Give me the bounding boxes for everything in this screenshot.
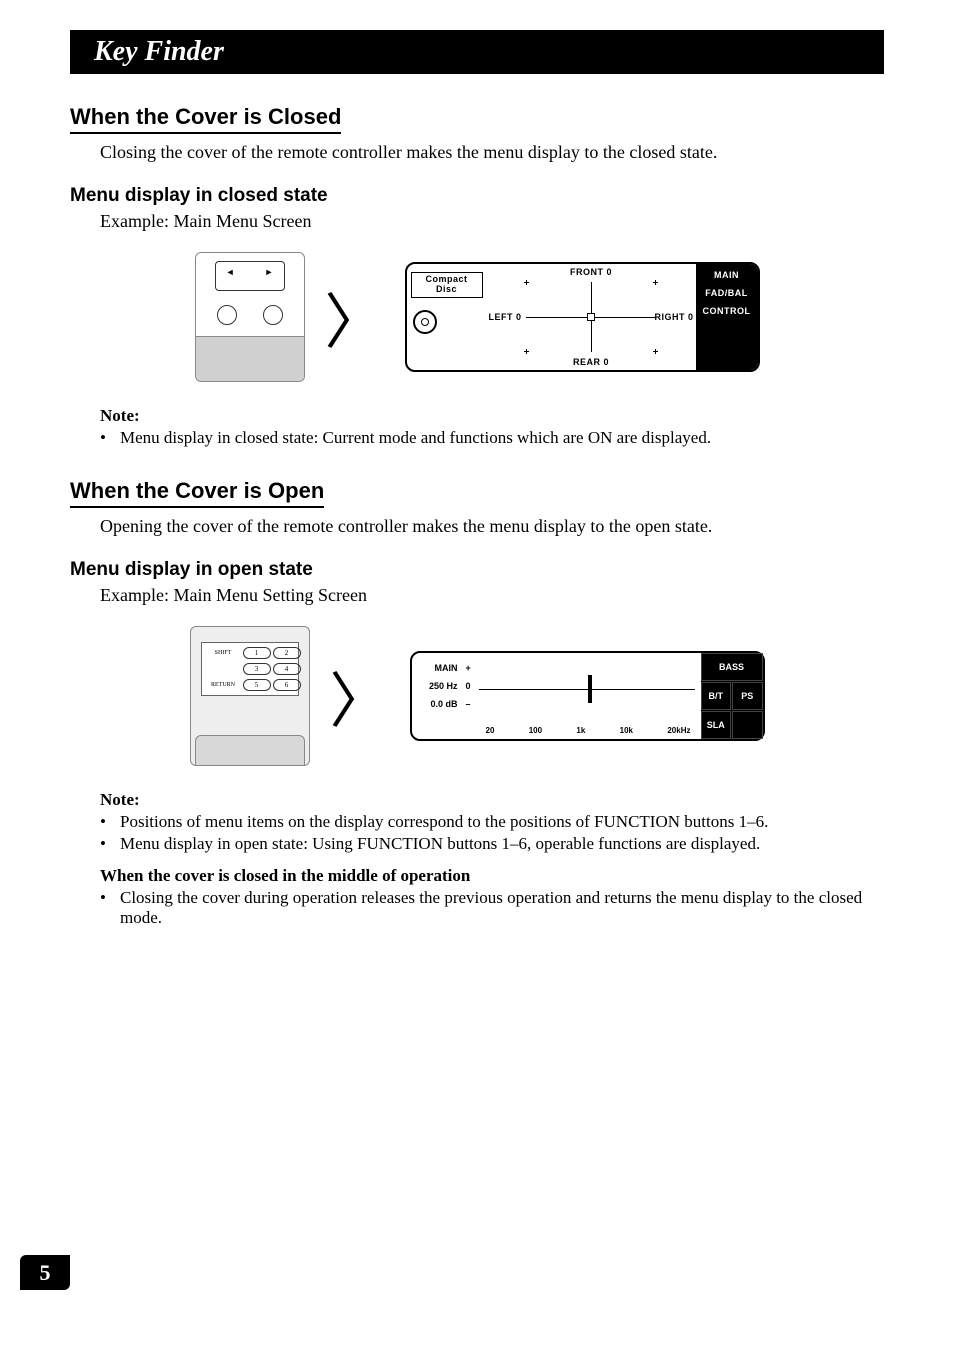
eq-side-menu: BASS B/T PS SLA — [701, 653, 763, 739]
front-label: FRONT 0 — [570, 267, 612, 277]
remote-arrows: ◄► — [226, 267, 274, 277]
freq-label: 250 Hz — [418, 681, 458, 691]
main-label: MAIN — [700, 270, 754, 280]
bullet-text: Menu display in closed state: Current mo… — [120, 428, 711, 448]
arrow-icon: 〉 — [330, 653, 390, 740]
section-title-bar: Key Finder — [70, 30, 884, 74]
fadbal-label: FAD/BAL — [700, 288, 754, 298]
shift-label: SHIFT — [206, 647, 241, 659]
heading-cover-open: When the Cover is Open — [70, 478, 324, 508]
zero-symbol: 0 — [466, 681, 471, 691]
section-title: Key Finder — [94, 36, 224, 67]
control-label: CONTROL — [700, 306, 754, 316]
main-label: MAIN — [418, 663, 458, 673]
empty-cell — [732, 711, 763, 739]
freq-axis: 20 100 1k 10k 20kHz — [486, 726, 691, 735]
menu-display-closed: Compact Disc FRONT 0 REAR 0 LEFT 0 RIGH — [405, 262, 760, 372]
eq-bar — [588, 675, 592, 703]
note-block-closed: Note: — [100, 406, 884, 426]
left-label: LEFT 0 — [489, 312, 522, 322]
arrow-icon: 〉 — [325, 274, 385, 361]
page-number: 5 — [20, 1255, 70, 1290]
remote-body — [195, 735, 305, 765]
subheading-open-state: Menu display in open state — [70, 559, 884, 581]
func-button-1: 1 — [243, 647, 271, 659]
display-source-panel: Compact Disc — [407, 264, 487, 370]
subhead-middle-op: When the cover is closed in the middle o… — [100, 866, 884, 886]
example-closed: Example: Main Menu Screen — [100, 211, 884, 232]
bullet-open-1: • Positions of menu items on the display… — [100, 812, 884, 832]
remote-cover — [196, 336, 304, 381]
rear-label: REAR 0 — [573, 357, 609, 367]
function-button-grid: SHIFT 1 2 3 4 RETURN 5 6 — [201, 642, 299, 696]
bass-label: BASS — [701, 653, 763, 681]
desc-cover-closed: Closing the cover of the remote controll… — [100, 142, 884, 163]
minus-symbol: – — [466, 699, 471, 709]
func-button-5: 5 — [243, 679, 271, 691]
heading-cover-closed: When the Cover is Closed — [70, 104, 341, 134]
ps-label: PS — [732, 682, 763, 710]
bt-label: B/T — [701, 682, 732, 710]
bullet-text: Closing the cover during operation relea… — [120, 888, 884, 928]
bullet-open-2: • Menu display in open state: Using FUNC… — [100, 834, 884, 854]
fader-balance-crosshair: FRONT 0 REAR 0 LEFT 0 RIGHT 0 — [487, 264, 696, 370]
figure-row-open: SHIFT 1 2 3 4 RETURN 5 6 〉 MAIN + 250 Hz… — [70, 626, 884, 766]
gain-label: 0.0 dB — [418, 699, 458, 709]
bullet-icon: • — [100, 834, 120, 854]
right-label: RIGHT 0 — [654, 312, 693, 322]
sla-label: SLA — [701, 711, 732, 739]
bullet-text: Positions of menu items on the display c… — [120, 812, 768, 832]
func-button-2: 2 — [273, 647, 301, 659]
note-block-open: Note: — [100, 790, 884, 810]
bullet-icon: • — [100, 888, 120, 928]
func-button-6: 6 — [273, 679, 301, 691]
note-label: Note: — [100, 790, 884, 810]
note-label: Note: — [100, 406, 884, 426]
func-button-4: 4 — [273, 663, 301, 675]
bullet-icon: • — [100, 428, 120, 448]
remote-buttons — [196, 305, 304, 325]
plus-symbol: + — [466, 663, 471, 673]
example-open: Example: Main Menu Setting Screen — [100, 585, 884, 606]
source-label: Compact Disc — [411, 272, 483, 298]
display-side-menu: MAIN FAD/BAL CONTROL — [696, 264, 758, 370]
desc-cover-open: Opening the cover of the remote controll… — [100, 516, 884, 537]
func-button-3: 3 — [243, 663, 271, 675]
eq-line — [479, 689, 695, 690]
bullet-open-3: • Closing the cover during operation rel… — [100, 888, 884, 928]
bullet-icon: • — [100, 812, 120, 832]
return-label: RETURN — [206, 679, 241, 691]
bullet-text: Menu display in open state: Using FUNCTI… — [120, 834, 760, 854]
eq-display: MAIN + 250 Hz 0 0.0 dB – 20 100 1k 10k 2… — [412, 653, 701, 739]
bullet-closed: • Menu display in closed state: Current … — [100, 428, 884, 448]
remote-closed-illustration: ◄► — [195, 252, 305, 382]
subheading-closed-state: Menu display in closed state — [70, 185, 884, 207]
menu-display-open: MAIN + 250 Hz 0 0.0 dB – 20 100 1k 10k 2… — [410, 651, 765, 741]
figure-row-closed: ◄► 〉 Compact Disc — [70, 252, 884, 382]
remote-open-illustration: SHIFT 1 2 3 4 RETURN 5 6 — [190, 626, 310, 766]
cd-icon — [413, 310, 437, 334]
